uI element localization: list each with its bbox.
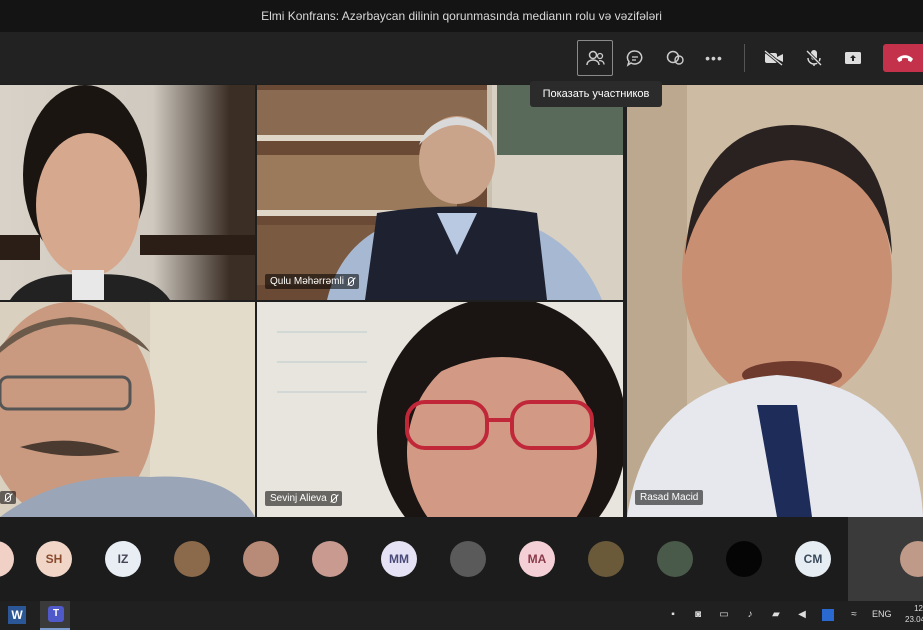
teams-icon: T [48,606,64,622]
self-view[interactable] [848,517,923,601]
participants-icon [586,50,605,66]
participant-name: Qulu Məhərrəmli [270,276,344,287]
participants-button[interactable] [577,40,613,76]
participant-avatar[interactable]: SH [36,541,72,577]
video-tile[interactable] [0,302,255,517]
onedrive-icon[interactable] [822,609,834,621]
participant-avatar-photo[interactable] [588,541,624,577]
muted-mic-icon [347,277,354,286]
more-button[interactable]: ••• [696,40,732,76]
participant-nameplate: Qulu Məhərrəmli [265,274,359,289]
teams-taskbar-button[interactable]: T [40,601,70,630]
camera-tray-icon[interactable]: ▰ [770,609,782,621]
tray-icon[interactable]: ◙ [692,609,704,621]
tray-icon[interactable]: ▪ [667,609,679,621]
participant-avatar[interactable] [0,541,14,577]
participant-nameplate [0,491,16,504]
participant-avatar[interactable]: CM [795,541,831,577]
muted-mic-icon [330,494,337,503]
participant-nameplate: Sevinj Alieva [265,491,342,506]
clock-time: 12 [914,604,923,613]
meeting-toolbar: ••• [0,32,923,84]
participant-avatar[interactable]: MM [381,541,417,577]
participant-avatar-photo[interactable] [657,541,693,577]
participants-tooltip: Показать участников [530,81,662,107]
video-tile[interactable] [0,85,255,300]
toolbar-divider [744,44,745,72]
participant-video [257,85,623,300]
mic-toggle-button[interactable] [796,40,832,76]
mic-off-icon [805,49,823,67]
video-tile[interactable]: Rasad Macid [627,85,923,517]
reactions-button[interactable] [657,40,693,76]
share-button[interactable] [835,40,871,76]
participant-name: Sevinj Alieva [270,493,327,504]
video-tile[interactable]: Qulu Məhərrəmli [257,85,623,300]
chat-button[interactable] [617,40,653,76]
muted-mic-icon [5,493,11,502]
self-avatar [900,541,923,577]
participant-name: Rasad Macid [640,492,699,503]
participant-video [0,302,255,517]
more-icon: ••• [705,50,723,66]
participant-avatar-photo[interactable] [243,541,279,577]
participant-avatar-photo[interactable] [726,541,762,577]
participant-avatar[interactable]: MA [519,541,555,577]
windows-taskbar: W T ▪ ◙ ▭ ♪ ▰ ◀ ≈ ENG 12 23.04 [0,601,923,630]
tray-icon[interactable]: ▭ [718,609,730,621]
participant-video [627,85,923,517]
participant-avatar-photo[interactable] [312,541,348,577]
volume-icon[interactable]: ◀ [796,609,808,621]
camera-off-icon [764,50,783,66]
participant-avatar[interactable]: IZ [105,541,141,577]
hangup-icon [897,55,913,62]
mic-tray-icon[interactable]: ♪ [744,609,756,621]
chat-icon [626,50,643,67]
participant-avatar-photo[interactable] [450,541,486,577]
participant-nameplate: Rasad Macid [635,490,704,505]
participant-roster: SH IZ MM MA CM [0,517,923,601]
language-indicator[interactable]: ENG [872,609,892,619]
window-title: Elmi Konfrans: Azərbaycan dilinin qorunm… [0,0,923,32]
reactions-icon [666,50,684,65]
participant-avatar-photo[interactable] [174,541,210,577]
camera-toggle-button[interactable] [756,40,792,76]
participant-video [257,302,623,517]
video-tile[interactable]: Sevinj Alieva [257,302,623,517]
hangup-button[interactable] [883,44,923,72]
participant-video [0,85,255,300]
word-icon[interactable]: W [8,606,26,624]
clock[interactable]: 12 23.04 [905,603,923,625]
clock-date: 23.04 [905,615,923,624]
share-icon [845,52,861,64]
wifi-icon[interactable]: ≈ [848,609,860,621]
